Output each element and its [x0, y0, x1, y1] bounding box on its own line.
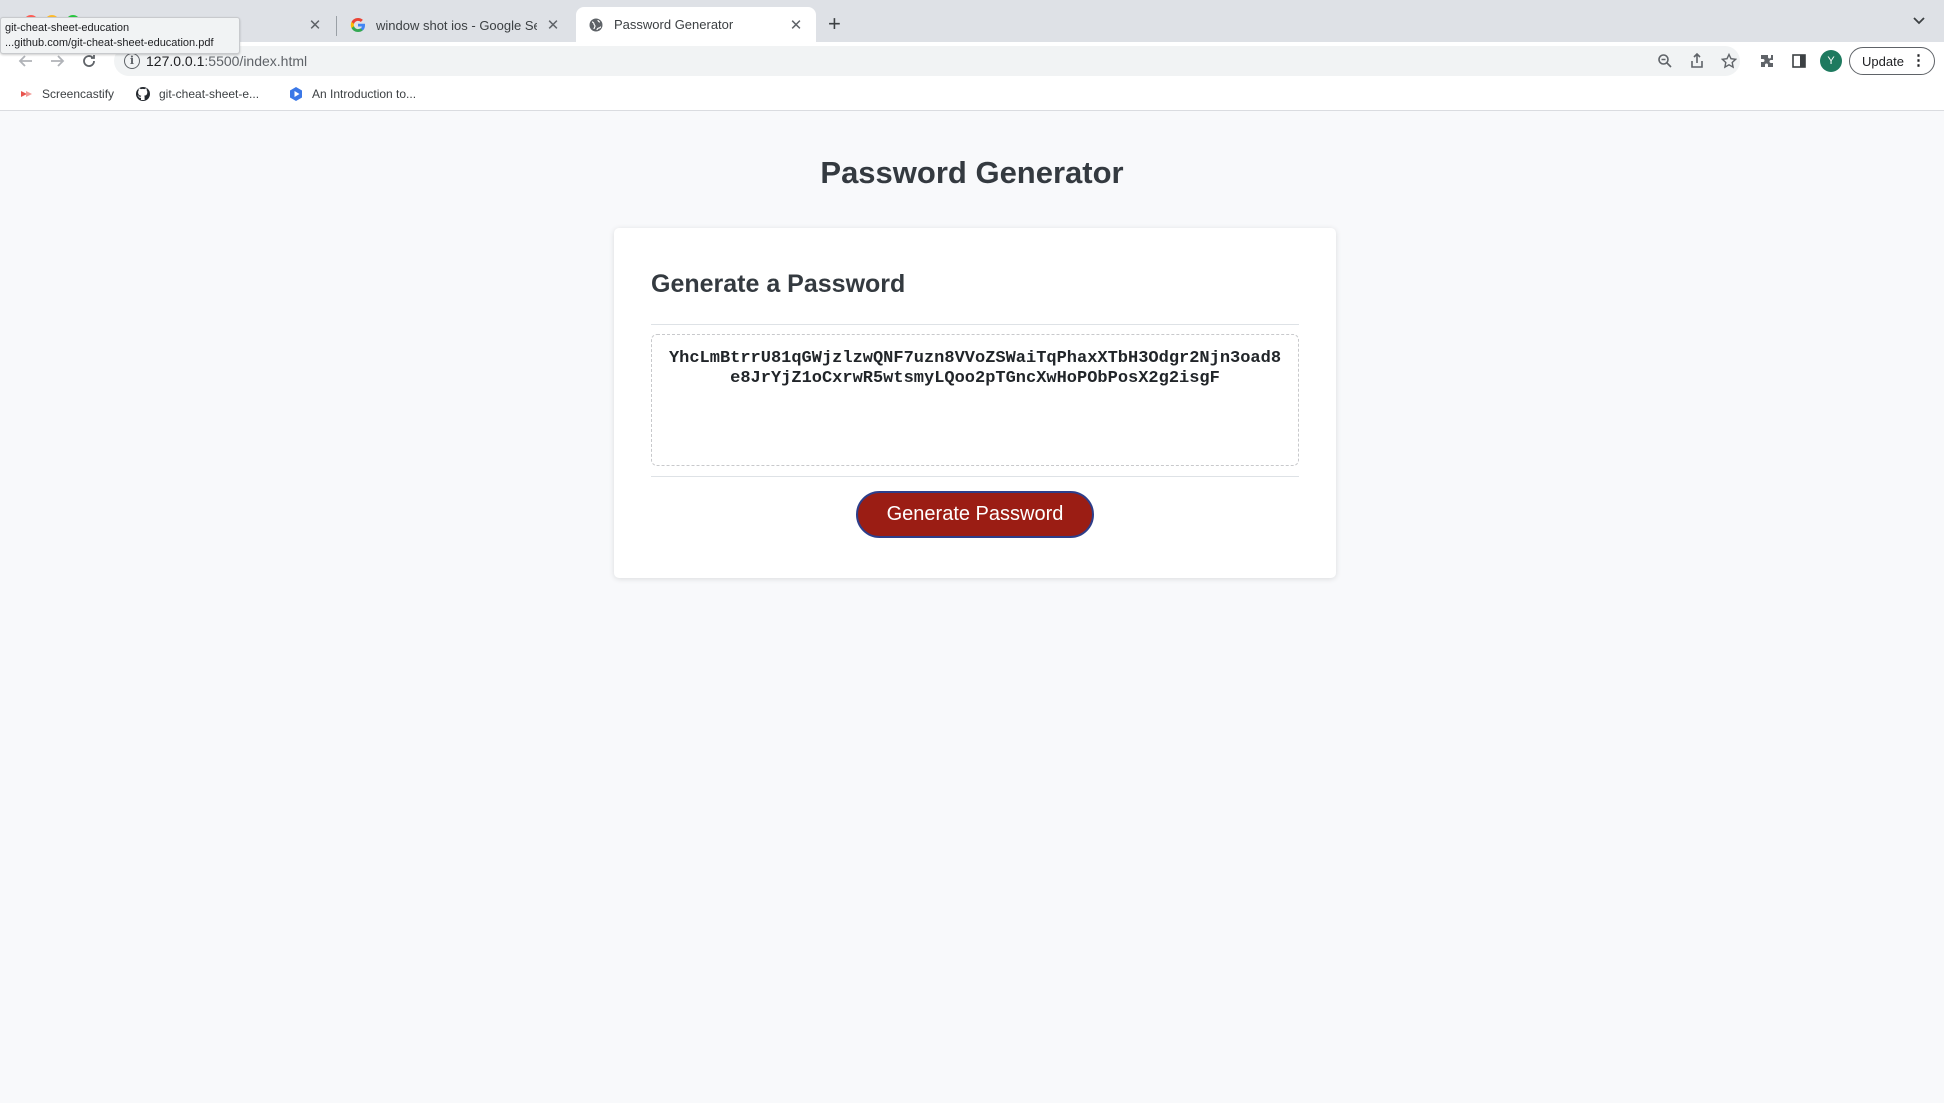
reload-icon [83, 55, 95, 67]
update-button[interactable]: Update ⋮ [1849, 47, 1935, 75]
bookmark-git-cheat-sheet[interactable]: git-cheat-sheet-e... [135, 86, 259, 102]
site-info-icon[interactable]: i [124, 53, 140, 69]
new-tab-button[interactable]: + [828, 11, 841, 37]
password-card: Generate a Password YhcLmBtrrU81qGWjzlzw… [614, 228, 1336, 578]
tooltip-url: ...github.com/git-cheat-sheet-education.… [5, 37, 214, 49]
card-header: Generate a Password [651, 270, 906, 298]
globe-icon [589, 18, 603, 31]
address-bar[interactable]: i 127.0.0.1:5500/index.html [114, 46, 1740, 76]
password-output[interactable]: YhcLmBtrrU81qGWjzlzwQNF7uzn8VVoZSWaiTqPh… [651, 334, 1299, 466]
bookmark-label: Screencastify [42, 87, 115, 101]
browser-toolbar: i 127.0.0.1:5500/index.html Y Update ⋮ [0, 42, 1944, 79]
close-icon[interactable]: ✕ [788, 16, 804, 34]
tab-strip: of a string i ✕ window shot ios - Google… [0, 0, 1944, 42]
header-divider [651, 324, 1299, 325]
tab-title: Password Generator [614, 17, 734, 32]
kebab-menu-icon[interactable]: ⋮ [1911, 52, 1926, 70]
close-icon[interactable]: ✕ [307, 16, 323, 34]
back-arrow-icon [18, 55, 32, 67]
bookmark-label: An Introduction to... [312, 87, 417, 101]
close-icon[interactable]: ✕ [545, 16, 561, 34]
update-label: Update [1862, 53, 1904, 69]
bookmark-screencastify[interactable]: Screencastify [18, 86, 114, 102]
bookmark-label: git-cheat-sheet-e... [159, 87, 260, 101]
url-text[interactable]: 127.0.0.1:5500/index.html [146, 53, 307, 69]
zoom-icon[interactable] [1654, 50, 1676, 72]
link-tooltip: git-cheat-sheet-education ...github.com/… [0, 17, 240, 54]
tab-google-search[interactable]: window shot ios - Google Sear ✕ [338, 8, 573, 42]
screencastify-icon [21, 91, 32, 97]
page-title: Password Generator [820, 155, 1124, 190]
page-viewport: Password Generator Generate a Password Y… [0, 111, 1944, 1103]
bookmark-introduction[interactable]: An Introduction to... [288, 86, 416, 102]
github-icon [136, 87, 150, 101]
generate-password-button[interactable]: Generate Password [856, 491, 1094, 538]
profile-avatar[interactable]: Y [1820, 50, 1842, 72]
forward-arrow-icon [51, 55, 65, 67]
tab-password-generator[interactable]: Password Generator ✕ [576, 7, 816, 42]
footer-divider [651, 476, 1299, 477]
tab-search-chevron-icon[interactable] [1912, 13, 1926, 29]
share-icon[interactable] [1686, 50, 1708, 72]
side-panel-icon[interactable] [1788, 50, 1810, 72]
tab-separator [336, 16, 337, 36]
tooltip-title: git-cheat-sheet-education [5, 22, 130, 34]
bookmarks-bar: Screencastify git-cheat-sheet-e... An In… [0, 79, 1944, 111]
tab-title: window shot ios - Google Sear [376, 17, 537, 33]
extensions-puzzle-icon[interactable] [1756, 50, 1778, 72]
play-hexagon-icon [290, 87, 302, 101]
bookmark-star-icon[interactable] [1718, 50, 1740, 72]
google-icon [350, 18, 365, 32]
